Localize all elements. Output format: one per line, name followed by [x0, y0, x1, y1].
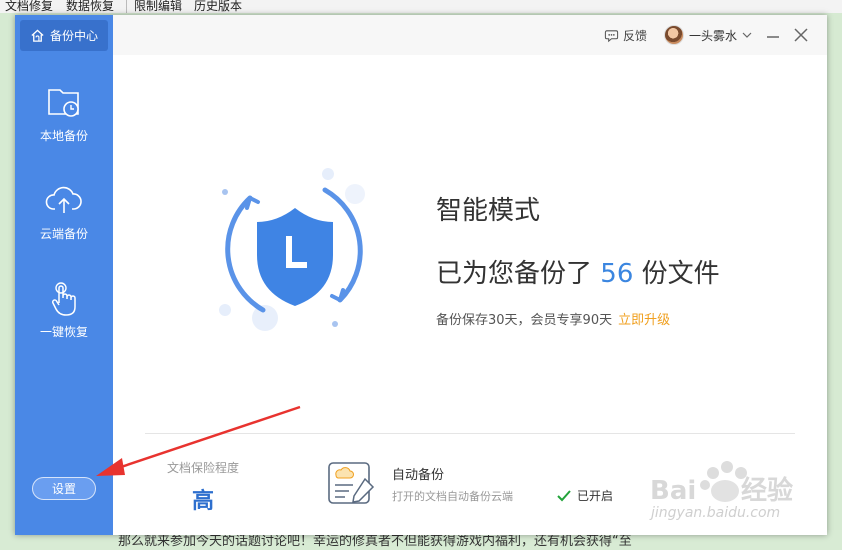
menu-restrict-edit[interactable]: 限制编辑 — [134, 0, 182, 13]
sidebar-item-label: 云端备份 — [39, 227, 88, 241]
protection-value: 高 — [192, 489, 215, 514]
background-menu-bar: 文档修复 数据恢复 限制编辑 历史版本 — [0, 0, 842, 13]
title-bar: 反馈 一头雾水 — [113, 15, 827, 55]
menu-data-recovery[interactable]: 数据恢复 — [66, 0, 114, 13]
retention-text: 备份保存30天，会员专享90天 — [436, 313, 613, 328]
home-label: 备份中心 — [49, 29, 98, 43]
home-icon — [31, 29, 44, 42]
menu-history[interactable]: 历史版本 — [194, 0, 242, 13]
backup-suffix: 份文件 — [641, 259, 720, 289]
svg-text:经验: 经验 — [741, 475, 793, 506]
watermark-text: jingyan.baidu.com — [651, 505, 781, 521]
feedback-button[interactable]: 反馈 — [604, 27, 647, 44]
sidebar-item-label: 本地备份 — [39, 129, 88, 143]
retention-info: 备份保存30天，会员专享90天 立即升级 — [436, 309, 670, 328]
sidebar-item-one-click-restore[interactable]: 一键恢复 — [15, 279, 113, 359]
auto-backup-title: 自动备份 — [392, 468, 445, 483]
auto-backup-status[interactable]: 已开启 — [557, 487, 613, 504]
checkmark-icon — [557, 489, 571, 501]
protection-label: 文档保险程度 — [167, 461, 240, 475]
feedback-label: 反馈 — [623, 29, 648, 43]
backup-summary: 已为您备份了 56 份文件 — [436, 253, 720, 290]
backup-prefix: 已为您备份了 — [436, 259, 593, 289]
sidebar: 备份中心 本地备份 云端备份 一键恢复 设置 — [15, 15, 113, 535]
avatar — [664, 25, 684, 45]
sidebar-item-cloud-backup[interactable]: 云端备份 — [15, 181, 113, 261]
upgrade-link[interactable]: 立即升级 — [618, 313, 670, 328]
menu-separator — [126, 0, 127, 13]
folder-clock-icon — [48, 89, 79, 117]
auto-backup-status-label: 已开启 — [577, 489, 614, 503]
chevron-down-icon — [742, 32, 752, 38]
user-menu[interactable]: 一头雾水 — [664, 25, 752, 45]
mode-title: 智能模式 — [436, 196, 541, 226]
settings-button[interactable]: 设置 — [32, 477, 96, 500]
backup-count: 56 — [600, 259, 634, 289]
shield-clock-icon — [219, 168, 365, 331]
sidebar-item-local-backup[interactable]: 本地备份 — [15, 83, 113, 163]
divider — [145, 433, 795, 434]
auto-backup-doc-icon — [328, 462, 375, 504]
chat-bubble-icon — [604, 30, 619, 43]
username: 一头雾水 — [689, 28, 738, 43]
cloud-upload-icon — [45, 186, 82, 213]
minimize-icon[interactable] — [763, 25, 783, 45]
auto-backup-description: 打开的文档自动备份云端 — [392, 490, 513, 503]
sidebar-item-label: 一键恢复 — [39, 325, 88, 339]
settings-label: 设置 — [51, 482, 76, 496]
backup-center-home-button[interactable]: 备份中心 — [20, 20, 108, 51]
hand-tap-icon — [52, 282, 76, 316]
menu-doc-repair[interactable]: 文档修复 — [5, 0, 53, 13]
svg-text:Bai: Bai — [650, 476, 696, 506]
baidu-watermark: Bai 经验 — [650, 461, 793, 506]
close-icon[interactable] — [791, 25, 811, 45]
